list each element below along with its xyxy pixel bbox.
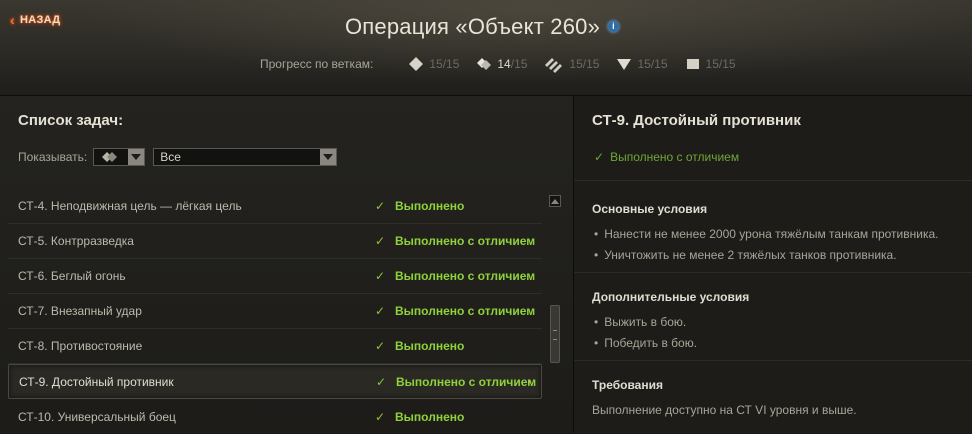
header: ‹ НАЗАД Операция «Объект 260» i Прогресс … xyxy=(0,0,972,96)
branch-4-total: /15 xyxy=(650,57,668,71)
main-condition-text: Уничтожить не менее 2 тяжёлых танков про… xyxy=(604,248,897,262)
check-icon: ✓ xyxy=(594,150,605,164)
extra-condition-text: Выжить в бою. xyxy=(604,315,687,329)
task-name: СТ-7. Внезапный удар xyxy=(18,304,142,318)
branch-4-done: 15 xyxy=(637,57,651,71)
tasks-title: Список задач: xyxy=(18,112,124,129)
requirements-title: Требования xyxy=(592,378,663,392)
extra-condition-item: • Выжить в бою. xyxy=(594,315,687,329)
page-title: Операция «Объект 260» i xyxy=(0,14,972,40)
main-condition-item: • Нанести не менее 2000 урона тяжёлым тан… xyxy=(594,227,939,241)
double-diamond-icon xyxy=(102,152,118,162)
chevron-down-icon xyxy=(128,149,145,165)
task-name: СТ-4. Неподвижная цель — лёгкая цель xyxy=(18,199,242,213)
chevron-right-icon: › xyxy=(527,375,531,388)
divider xyxy=(574,360,972,361)
tasks-panel: Список задач: Показывать: Все СТ-4. Непо… xyxy=(0,96,574,433)
status-filter-dropdown[interactable]: Все xyxy=(153,148,338,166)
chevron-down-icon xyxy=(320,149,337,165)
task-name: СТ-5. Контрразведка xyxy=(18,234,134,248)
page-title-text: Операция «Объект 260» xyxy=(344,14,601,39)
task-status: Выполнено с отличием xyxy=(396,374,537,389)
task-row[interactable]: СТ-4. Неподвижная цель — лёгкая цель ✓ В… xyxy=(8,189,542,224)
task-list: СТ-4. Неподвижная цель — лёгкая цель ✓ В… xyxy=(8,189,542,434)
check-icon: ✓ xyxy=(375,339,386,353)
branch-filter-dropdown[interactable] xyxy=(93,148,146,166)
extra-condition-item: • Победить в бою. xyxy=(594,336,698,350)
main-conditions-title: Основные условия xyxy=(592,202,708,216)
double-diamond-icon xyxy=(477,58,492,70)
branch-3-done: 15 xyxy=(569,57,583,71)
task-row[interactable]: СТ-5. Контрразведка ✓ Выполнено с отличи… xyxy=(8,224,542,259)
task-status: Выполнено xyxy=(395,339,465,353)
detail-title: СТ-9. Достойный противник xyxy=(592,112,801,129)
task-row[interactable]: СТ-10. Универсальный боец ✓ Выполнено xyxy=(8,399,542,434)
task-name: СТ-6. Беглый огонь xyxy=(18,269,126,283)
check-icon: ✓ xyxy=(376,374,387,389)
detail-status: ✓ Выполнено с отличием xyxy=(594,150,739,164)
branch-5[interactable]: 15/15 xyxy=(684,55,736,73)
branch-1-done: 15 xyxy=(429,57,443,71)
status-filter-value: Все xyxy=(160,150,181,164)
filter-row: Показывать: Все xyxy=(18,148,338,166)
branch-progress: Прогресс по веткам: 15/15 14/15 15/15 15… xyxy=(260,55,752,73)
task-detail-panel: СТ-9. Достойный противник ✓ Выполнено с о… xyxy=(574,96,972,433)
check-icon: ✓ xyxy=(375,304,386,318)
diamond-icon xyxy=(409,57,424,71)
task-status: Выполнено с отличием xyxy=(395,269,536,283)
branch-1[interactable]: 15/15 xyxy=(407,55,459,73)
scroll-thumb[interactable] xyxy=(550,305,560,363)
divider xyxy=(574,180,972,181)
branch-3-total: /15 xyxy=(582,57,600,71)
check-icon: ✓ xyxy=(375,409,386,424)
task-name: СТ-9. Достойный противник xyxy=(19,374,174,389)
branch-5-total: /15 xyxy=(718,57,736,71)
task-name: СТ-8. Противостояние xyxy=(18,339,143,353)
task-status: Выполнено xyxy=(395,199,465,213)
triple-stripe-icon xyxy=(545,58,563,73)
requirements-text: Выполнение доступно на СТ VI уровня и вы… xyxy=(592,403,857,417)
task-row[interactable]: СТ-7. Внезапный удар ✓ Выполнено с отлич… xyxy=(8,294,542,329)
filter-label: Показывать: xyxy=(18,150,88,164)
triangle-down-icon xyxy=(617,59,632,70)
branch-4[interactable]: 15/15 xyxy=(615,55,668,73)
branch-2-done: 14 xyxy=(497,57,511,71)
check-icon: ✓ xyxy=(375,269,386,283)
task-row[interactable]: СТ-8. Противостояние ✓ Выполнено xyxy=(8,329,542,364)
branch-3[interactable]: 15/15 xyxy=(543,55,599,73)
square-icon xyxy=(686,59,699,69)
task-name: СТ-10. Универсальный боец xyxy=(18,409,176,424)
branch-2-total: /15 xyxy=(510,57,528,71)
main-condition-item: • Уничтожить не менее 2 тяжёлых танков пр… xyxy=(594,248,897,262)
check-icon: ✓ xyxy=(375,234,386,248)
detail-status-text: Выполнено с отличием xyxy=(610,150,740,164)
branch-2[interactable]: 14/15 xyxy=(475,55,527,73)
progress-label: Прогресс по веткам: xyxy=(260,57,374,71)
info-icon[interactable]: i xyxy=(608,20,620,32)
divider xyxy=(574,272,972,273)
check-icon: ✓ xyxy=(375,199,386,213)
extra-condition-text: Победить в бою. xyxy=(604,336,698,350)
task-status: Выполнено xyxy=(395,409,465,424)
task-row[interactable]: СТ-6. Беглый огонь ✓ Выполнено с отличие… xyxy=(8,259,542,294)
branch-1-total: /15 xyxy=(442,57,460,71)
task-status: Выполнено с отличием xyxy=(395,234,536,248)
branch-5-done: 15 xyxy=(705,57,719,71)
extra-conditions-title: Дополнительные условия xyxy=(592,290,750,304)
scroll-up-button[interactable] xyxy=(549,195,561,207)
task-row-selected[interactable]: СТ-9. Достойный противник ✓ Выполнено с … xyxy=(8,364,542,399)
main-condition-text: Нанести не менее 2000 урона тяжёлым танк… xyxy=(604,227,939,241)
task-list-scrollbar[interactable] xyxy=(549,195,561,433)
task-status: Выполнено с отличием xyxy=(395,304,536,318)
